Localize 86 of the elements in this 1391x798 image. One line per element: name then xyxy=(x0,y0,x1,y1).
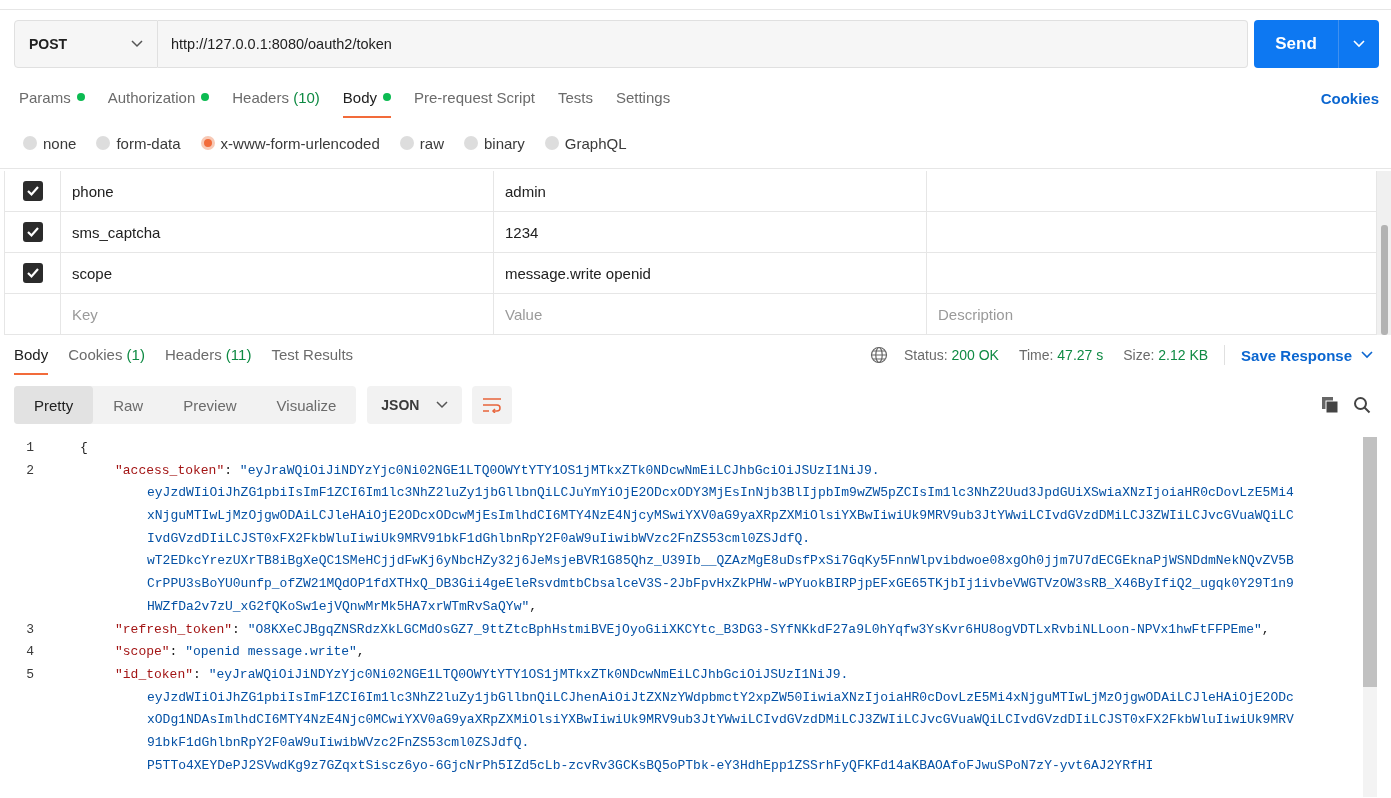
json-string: "O8KXeCJBgqZNSRdzXkLGCMdOsGZ7_9ttZtcBphHstmiBVEjOyoGiiXKCYtc_B3DG3-SYfNKkdF27a9L0hYqfw3YsKvr6HU8ogVDTLxRvbiNLLoon-NPVx1hwFtFFPEme" xyxy=(247,620,1262,639)
view-mode-tab[interactable]: Pretty xyxy=(14,386,94,424)
request-tab[interactable]: Pre-request Script xyxy=(414,78,535,118)
check-icon xyxy=(25,267,40,279)
save-response-button[interactable]: Save Response xyxy=(1241,335,1373,375)
check-icon xyxy=(25,226,40,238)
globe-icon[interactable] xyxy=(870,346,888,364)
param-key-cell: phone xyxy=(61,171,494,211)
json-string: eyJzdWIiOiJhZG1pbiIsImF1ZCI6Im1lc3NhZ2luZy1jbGllbnQiLCJhenAiOiJtZXNzYWdpbmctY2xpZW50IiwiaXNzIjoiaHR0cDovLzE5Mi4xNjguMTIwLjMzOjgwODAiLCJleHAiOjE2ODc xyxy=(147,688,1294,707)
line-number: 3 xyxy=(25,620,35,639)
response-tab[interactable]: Test Results xyxy=(271,335,354,375)
json-string: "eyJraWQiOiJiNDYzYjc0Ni02NGE1LTQ0OWYtYTY1OS1jMTkxZTk0NDcwNmEiLCJhbGciOiJSUzI1NiJ9. xyxy=(239,461,880,480)
json-key: "id_token" xyxy=(115,663,193,687)
response-stat: Size: 2.12 KB xyxy=(1123,347,1209,363)
json-string: 91bkF1dGhlbnRpY2F0aW9uIiwibWVzc2FnZS53cml0ZSJdfQ. xyxy=(147,733,530,752)
response-stat: Time: 47.27 s xyxy=(1018,347,1104,363)
url-field[interactable]: http://127.0.0.1:8080/oauth2/token xyxy=(158,20,1248,68)
body-type-radio[interactable]: x-www-form-urlencoded xyxy=(200,134,380,152)
response-tab[interactable]: Cookies (1) xyxy=(68,335,145,375)
line-number: 2 xyxy=(25,461,35,480)
body-type-radio[interactable]: binary xyxy=(463,134,525,152)
response-stat: Status: 200 OK xyxy=(904,347,999,363)
request-tab[interactable]: Headers (10) xyxy=(232,78,320,118)
caret-icon xyxy=(1361,351,1373,359)
line-number: 4 xyxy=(25,643,35,662)
request-tab[interactable]: Tests xyxy=(557,78,593,118)
request-tab[interactable]: Params xyxy=(19,78,85,118)
body-type-radio[interactable]: GraphQL xyxy=(544,134,627,152)
json-punctuation: { xyxy=(80,439,88,457)
cookies-link[interactable]: Cookies xyxy=(1320,78,1379,118)
body-type-radio[interactable]: none xyxy=(23,134,77,152)
checkbox[interactable] xyxy=(22,263,43,283)
json-string: "eyJraWQiOiJiNDYzYjc0Ni02NGE1LTQ0OWYtYTY1OS1jMTkxZTk0NDcwNmEiLCJhbGciOiJSUzI1NiJ9. xyxy=(208,665,849,684)
search-icon[interactable] xyxy=(1353,396,1371,414)
param-key-cell: sms_captcha xyxy=(61,212,494,252)
json-string: CrPPU3sBoYU0unfp_ofZW21MQdOP1fdXTHxQ_DB3Gii4geEleRsvdmtbCbsalceV3S-2JbFpvHxZkPHW-wPYuokBIRPjpEFxGE65TKjbIj1ivbeVWGTVzOW3sRB_X46ByIfiQ2_ugqk0Y29T1n9 xyxy=(147,575,1294,594)
request-tab[interactable]: Settings xyxy=(615,78,671,118)
param-value-cell: 1234 xyxy=(494,212,927,252)
json-punctuation: : xyxy=(232,620,241,639)
json-key: "access_token" xyxy=(115,459,225,483)
json-string: wT2EDkcYrezUXrTB8iBgXeQC1SMeHCjjdFwKj6yNbcHZy32j6JeMsjeBVR1G85Qhz_U39Ib__QZAzMgE8uDsfPxSi7GqKy5FnnWlpvibdwoe08xgOh0jjm7U7dECGEknaPjWSNDdmNekNQvZV5B xyxy=(147,552,1294,571)
wrap-lines-button[interactable] xyxy=(472,386,513,424)
param-value-cell: message.write openid xyxy=(494,253,927,293)
checkbox[interactable] xyxy=(22,222,43,242)
json-string: xNjguMTIwLjMzOjgwODAiLCJleHAiOjE2ODcxODcwMjEsImlhdCI6MTY4NzE4NjcyMSwiYXV0aG9yaXRpZXMiOlsiYXBwIiwiUk9MRV9ub3JtYWwiLCIvdGVzdDMiLCJ3ZWIiLCJvcGVuaWQiLC xyxy=(147,507,1294,526)
request-tab[interactable]: Authorization xyxy=(107,78,210,118)
method-dropdown[interactable]: POST xyxy=(14,20,158,68)
view-mode-tab[interactable]: Visualize xyxy=(256,386,357,424)
wrap-icon xyxy=(482,397,503,413)
param-key-cell: scope xyxy=(61,253,494,293)
caret-icon xyxy=(1353,40,1365,48)
json-string: xODg1NDAsImlhdCI6MTY4NzE4Njc0MCwiYXV0aG9yaXRpZXMiOlsiYXBwIiwiUk9MRV9ub3JtYWwiLCIvdGVzdDMiLCJ3ZWIiLCJvcGVuaWQiLCIvdGVzdDIiLCJST0xFX2FkbWluIiwiUk9MRV xyxy=(147,711,1294,730)
scrollbar[interactable] xyxy=(1377,171,1391,335)
body-type-radio[interactable]: form-data xyxy=(96,134,181,152)
json-punctuation: , xyxy=(529,597,538,616)
json-string: P5TTo4XEYDePJ2SVwdKg9z7GZqxtSiscz6yo-6GjcNrPh5IZd5cLb-zcvRv3GCKsBQ5oPTbk-eY3HdhEpp1ZSSrhFyQFKFd14aKBAOAfoFJwuSPoN7zY-yvt6AJ2YRfHI xyxy=(147,756,1154,775)
value-field[interactable]: Value xyxy=(494,294,927,334)
line-number: 1 xyxy=(25,439,35,457)
json-string: eyJzdWIiOiJhZG1pbiIsImF1ZCI6Im1lc3NhZ2luZy1jbGllbnQiLCJuYmYiOjE2ODcxODY3MjEsInNjb3BlIjpbIm9wZW5pZCIsIm1lc3NhZ2Uud3JpdGUiXSwiaXNzIjoiaHR0cDovLzE5Mi4 xyxy=(147,484,1294,503)
view-mode-tab[interactable]: Preview xyxy=(163,386,257,424)
json-string: "openid message.write" xyxy=(185,643,357,662)
checkbox[interactable] xyxy=(22,181,43,201)
json-key: "refresh_token" xyxy=(115,618,233,642)
json-punctuation: , xyxy=(356,643,365,662)
check-icon xyxy=(25,185,40,197)
json-punctuation: : xyxy=(169,643,179,662)
json-punctuation: : xyxy=(193,665,202,684)
scrollbar[interactable] xyxy=(1363,437,1377,797)
response-tab[interactable]: Headers (11) xyxy=(164,335,252,375)
json-key: "scope" xyxy=(115,641,170,664)
param-value-cell: admin xyxy=(494,171,927,211)
view-mode-tab[interactable]: Raw xyxy=(93,386,164,424)
request-tab[interactable]: Body xyxy=(342,78,392,118)
json-punctuation: : xyxy=(224,461,234,480)
key-field[interactable]: Key xyxy=(61,294,494,334)
copy-icon[interactable] xyxy=(1321,396,1339,414)
response-tab[interactable]: Body xyxy=(14,335,49,375)
caret-icon xyxy=(131,40,143,48)
caret-icon xyxy=(436,401,449,409)
send-button[interactable]: Send xyxy=(1254,20,1379,68)
line-number: 5 xyxy=(25,665,35,684)
body-type-radio[interactable]: raw xyxy=(399,134,444,152)
json-string: HWZfDa2v7zU_xG2fQKoSw1ejVQnwMrMk5HA7xrWTmRvSaQYw" xyxy=(147,597,530,616)
format-dropdown[interactable]: JSON xyxy=(367,386,463,424)
json-string: IvdGVzdDIiLCJST0xFX2FkbWluIiwiUk9MRV91bkF1dGhlbnRpY2F0aW9uIiwibWVzc2FnZS53cml0ZSJdfQ. xyxy=(147,529,811,548)
json-punctuation: , xyxy=(1261,620,1270,639)
